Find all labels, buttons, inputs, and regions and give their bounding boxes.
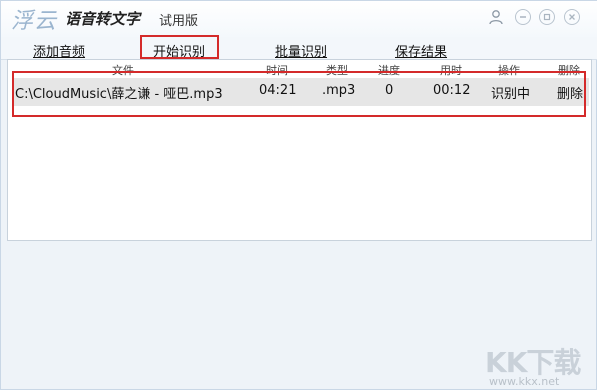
minimize-glyph xyxy=(520,16,526,18)
app-title: 语音转文字 xyxy=(65,10,141,28)
user-icon-glyph xyxy=(489,10,503,25)
edition-label: 试用版 xyxy=(159,14,199,29)
start-button-highlight xyxy=(140,35,219,59)
watermark-url: www.kkx.net xyxy=(489,375,560,388)
app-window: 浮云 语音转文字 试用版 添加音频 开始识别 批量识别 保存结果 文件 时间 类… xyxy=(0,0,597,390)
batch-recognition-menu[interactable]: 批量识别 xyxy=(275,41,327,60)
row-highlight xyxy=(12,71,586,117)
minimize-icon[interactable] xyxy=(515,9,531,25)
close-glyph xyxy=(569,14,575,20)
close-icon[interactable] xyxy=(564,9,580,25)
menu-bar: 添加音频 开始识别 批量识别 保存结果 xyxy=(1,37,597,60)
title-bar: 浮云 语音转文字 试用版 xyxy=(1,1,597,37)
app-logo: 浮云 xyxy=(11,9,58,34)
maximize-icon[interactable] xyxy=(539,9,555,25)
add-audio-menu[interactable]: 添加音频 xyxy=(33,41,85,60)
save-results-menu[interactable]: 保存结果 xyxy=(395,41,447,60)
user-icon[interactable] xyxy=(488,9,504,25)
maximize-glyph xyxy=(543,13,551,21)
